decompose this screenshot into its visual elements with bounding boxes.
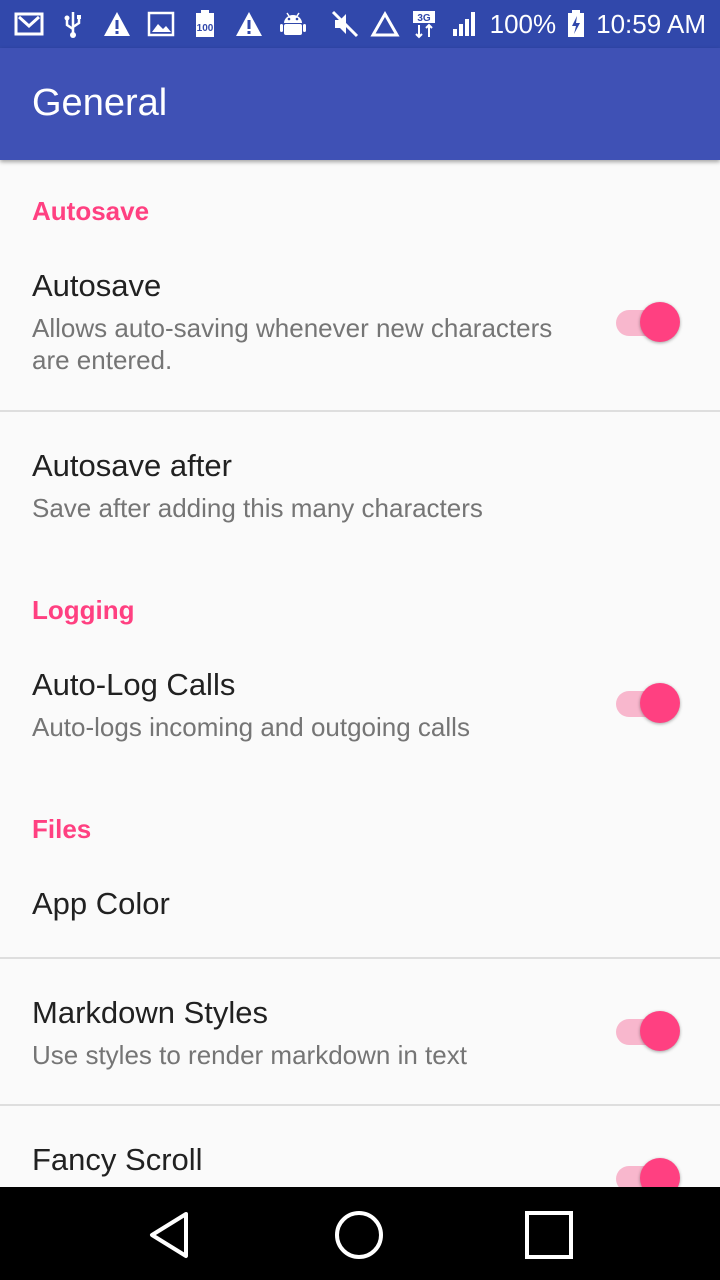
battery-charging-icon (566, 9, 586, 39)
3g-data-icon: 3G (410, 9, 440, 39)
status-bar-system: 3G 100% 10:59 AM (330, 9, 720, 40)
markdown-styles-switch[interactable] (614, 1009, 682, 1053)
status-bar: 100 3G 100% 10:59 AM (0, 0, 720, 48)
fancy-scroll-switch[interactable] (614, 1156, 682, 1187)
switch-thumb (640, 1011, 680, 1051)
switch-thumb (640, 302, 680, 342)
network-type-label: 3G (417, 13, 431, 24)
warning-icon (234, 9, 264, 39)
page-title: General (32, 82, 168, 124)
divider (0, 957, 720, 959)
back-icon[interactable] (144, 1209, 196, 1261)
pref-auto-log-calls-title: Auto-Log Calls (32, 667, 236, 702)
pref-fancy-scroll-title: Fancy Scroll (32, 1142, 203, 1177)
battery-percent: 100% (489, 8, 557, 39)
recents-icon[interactable] (523, 1209, 575, 1261)
home-icon[interactable] (333, 1209, 385, 1261)
clock: 10:59 AM (596, 8, 706, 39)
usb-icon (58, 9, 88, 39)
status-bar-notifications: 100 (0, 9, 308, 39)
preferences-list[interactable]: Autosave Autosave Allows auto-saving whe… (0, 160, 720, 1187)
signal-bars-icon (450, 9, 480, 39)
android-icon (278, 9, 308, 39)
switch-thumb (640, 1158, 680, 1187)
section-header-files: Files (32, 814, 92, 844)
warning-icon (102, 9, 132, 39)
divider (0, 1104, 720, 1106)
navigation-bar (0, 1187, 720, 1280)
divider (0, 410, 720, 412)
pref-autosave-after-summary: Save after adding this many characters (32, 493, 483, 523)
battery-100-icon: 100 (190, 9, 220, 39)
auto-log-calls-switch[interactable] (614, 681, 682, 725)
pref-app-color-title: App Color (32, 886, 170, 921)
section-header-logging: Logging (32, 595, 135, 625)
autosave-switch[interactable] (614, 300, 682, 344)
svg-text:100: 100 (197, 23, 214, 34)
pref-autosave-after-title: Autosave after (32, 448, 232, 483)
pref-markdown-styles-title: Markdown Styles (32, 995, 269, 1030)
pref-autosave-summary: Allows auto-saving whenever new characte… (32, 313, 553, 375)
switch-thumb (640, 683, 680, 723)
image-icon (146, 9, 176, 39)
gmail-icon (14, 9, 44, 39)
section-header-autosave: Autosave (32, 196, 150, 226)
signal-triangle-icon (370, 9, 400, 39)
pref-markdown-styles-summary: Use styles to render markdown in text (32, 1040, 467, 1070)
app-bar: General (0, 48, 720, 160)
pref-auto-log-calls-summary: Auto-logs incoming and outgoing calls (32, 712, 470, 742)
pref-autosave-title: Autosave (32, 268, 162, 303)
mute-icon (330, 9, 360, 39)
